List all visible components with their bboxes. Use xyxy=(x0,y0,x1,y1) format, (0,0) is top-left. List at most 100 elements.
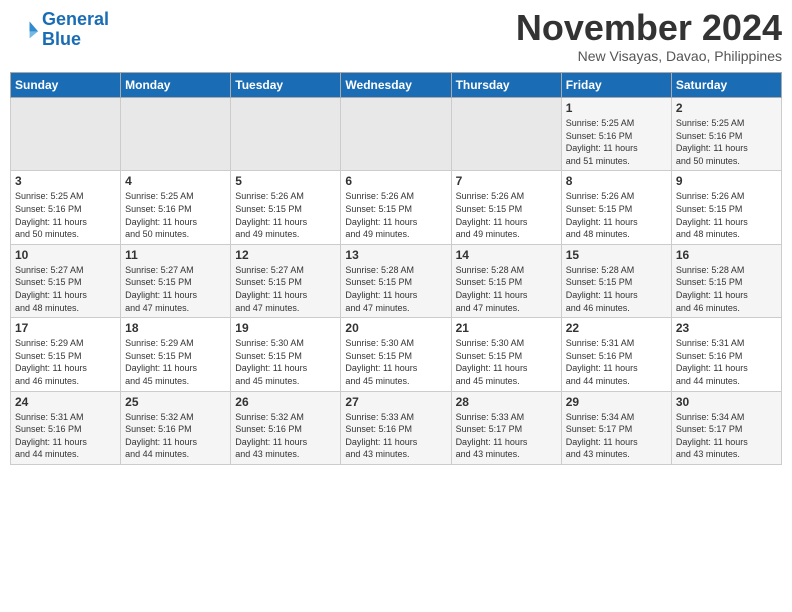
day-number: 26 xyxy=(235,395,336,409)
day-info: Sunrise: 5:30 AM Sunset: 5:15 PM Dayligh… xyxy=(235,337,336,387)
day-info: Sunrise: 5:27 AM Sunset: 5:15 PM Dayligh… xyxy=(15,264,116,314)
day-info: Sunrise: 5:33 AM Sunset: 5:17 PM Dayligh… xyxy=(456,411,557,461)
day-info: Sunrise: 5:32 AM Sunset: 5:16 PM Dayligh… xyxy=(125,411,226,461)
calendar-cell: 11 Sunrise: 5:27 AM Sunset: 5:15 PM Dayli… xyxy=(121,244,231,317)
day-number: 11 xyxy=(125,248,226,262)
day-number: 4 xyxy=(125,174,226,188)
day-number: 25 xyxy=(125,395,226,409)
day-info: Sunrise: 5:28 AM Sunset: 5:15 PM Dayligh… xyxy=(456,264,557,314)
day-info: Sunrise: 5:31 AM Sunset: 5:16 PM Dayligh… xyxy=(676,337,777,387)
day-number: 24 xyxy=(15,395,116,409)
day-number: 5 xyxy=(235,174,336,188)
day-info: Sunrise: 5:26 AM Sunset: 5:15 PM Dayligh… xyxy=(345,190,446,240)
calendar-cell: 16 Sunrise: 5:28 AM Sunset: 5:15 PM Dayli… xyxy=(671,244,781,317)
day-info: Sunrise: 5:28 AM Sunset: 5:15 PM Dayligh… xyxy=(345,264,446,314)
day-info: Sunrise: 5:34 AM Sunset: 5:17 PM Dayligh… xyxy=(676,411,777,461)
day-info: Sunrise: 5:29 AM Sunset: 5:15 PM Dayligh… xyxy=(15,337,116,387)
calendar-cell xyxy=(121,98,231,171)
day-info: Sunrise: 5:25 AM Sunset: 5:16 PM Dayligh… xyxy=(676,117,777,167)
week-row-5: 24 Sunrise: 5:31 AM Sunset: 5:16 PM Dayli… xyxy=(11,391,782,464)
calendar-cell: 8 Sunrise: 5:26 AM Sunset: 5:15 PM Daylig… xyxy=(561,171,671,244)
calendar-cell: 2 Sunrise: 5:25 AM Sunset: 5:16 PM Daylig… xyxy=(671,98,781,171)
day-number: 19 xyxy=(235,321,336,335)
calendar-cell: 27 Sunrise: 5:33 AM Sunset: 5:16 PM Dayli… xyxy=(341,391,451,464)
week-row-4: 17 Sunrise: 5:29 AM Sunset: 5:15 PM Dayli… xyxy=(11,318,782,391)
week-row-3: 10Sunrise: 5:27 AM Sunset: 5:15 PM Dayli… xyxy=(11,244,782,317)
day-number: 15 xyxy=(566,248,667,262)
header-wednesday: Wednesday xyxy=(341,73,451,98)
week-row-2: 3 Sunrise: 5:25 AM Sunset: 5:16 PM Daylig… xyxy=(11,171,782,244)
day-number: 22 xyxy=(566,321,667,335)
day-number: 1 xyxy=(566,101,667,115)
day-number: 13 xyxy=(345,248,446,262)
day-number: 29 xyxy=(566,395,667,409)
calendar-cell: 26 Sunrise: 5:32 AM Sunset: 5:16 PM Dayli… xyxy=(231,391,341,464)
day-number: 12 xyxy=(235,248,336,262)
day-info: Sunrise: 5:28 AM Sunset: 5:15 PM Dayligh… xyxy=(676,264,777,314)
calendar-cell: 21 Sunrise: 5:30 AM Sunset: 5:15 PM Dayli… xyxy=(451,318,561,391)
day-info: Sunrise: 5:30 AM Sunset: 5:15 PM Dayligh… xyxy=(456,337,557,387)
calendar-cell: 29 Sunrise: 5:34 AM Sunset: 5:17 PM Dayli… xyxy=(561,391,671,464)
logo-text: General Blue xyxy=(42,10,109,50)
day-number: 17 xyxy=(15,321,116,335)
day-info: Sunrise: 5:26 AM Sunset: 5:15 PM Dayligh… xyxy=(566,190,667,240)
calendar-cell: 14 Sunrise: 5:28 AM Sunset: 5:15 PM Dayli… xyxy=(451,244,561,317)
calendar-cell: 1Sunrise: 5:25 AM Sunset: 5:16 PM Daylig… xyxy=(561,98,671,171)
calendar-cell: 9 Sunrise: 5:26 AM Sunset: 5:15 PM Daylig… xyxy=(671,171,781,244)
day-info: Sunrise: 5:26 AM Sunset: 5:15 PM Dayligh… xyxy=(676,190,777,240)
calendar-cell: 10Sunrise: 5:27 AM Sunset: 5:15 PM Dayli… xyxy=(11,244,121,317)
calendar-table: Sunday Monday Tuesday Wednesday Thursday… xyxy=(10,72,782,465)
day-info: Sunrise: 5:29 AM Sunset: 5:15 PM Dayligh… xyxy=(125,337,226,387)
header-monday: Monday xyxy=(121,73,231,98)
calendar-cell: 3Sunrise: 5:25 AM Sunset: 5:16 PM Daylig… xyxy=(11,171,121,244)
calendar-cell: 28Sunrise: 5:33 AM Sunset: 5:17 PM Dayli… xyxy=(451,391,561,464)
day-info: Sunrise: 5:26 AM Sunset: 5:15 PM Dayligh… xyxy=(235,190,336,240)
calendar-cell: 23 Sunrise: 5:31 AM Sunset: 5:16 PM Dayli… xyxy=(671,318,781,391)
calendar-cell: 17 Sunrise: 5:29 AM Sunset: 5:15 PM Dayli… xyxy=(11,318,121,391)
day-info: Sunrise: 5:34 AM Sunset: 5:17 PM Dayligh… xyxy=(566,411,667,461)
calendar-cell: 5 Sunrise: 5:26 AM Sunset: 5:15 PM Daylig… xyxy=(231,171,341,244)
logo: General Blue xyxy=(10,10,109,50)
calendar-cell: 13 Sunrise: 5:28 AM Sunset: 5:15 PM Dayli… xyxy=(341,244,451,317)
calendar-cell: 4 Sunrise: 5:25 AM Sunset: 5:16 PM Daylig… xyxy=(121,171,231,244)
day-number: 18 xyxy=(125,321,226,335)
calendar-cell: 19 Sunrise: 5:30 AM Sunset: 5:15 PM Dayli… xyxy=(231,318,341,391)
day-number: 23 xyxy=(676,321,777,335)
header-tuesday: Tuesday xyxy=(231,73,341,98)
page-header: General Blue November 2024 New Visayas, … xyxy=(10,10,782,64)
day-info: Sunrise: 5:32 AM Sunset: 5:16 PM Dayligh… xyxy=(235,411,336,461)
calendar-cell: 22 Sunrise: 5:31 AM Sunset: 5:16 PM Dayli… xyxy=(561,318,671,391)
calendar-cell xyxy=(341,98,451,171)
calendar-cell: 15Sunrise: 5:28 AM Sunset: 5:15 PM Dayli… xyxy=(561,244,671,317)
weekday-header-row: Sunday Monday Tuesday Wednesday Thursday… xyxy=(11,73,782,98)
day-info: Sunrise: 5:31 AM Sunset: 5:16 PM Dayligh… xyxy=(566,337,667,387)
day-info: Sunrise: 5:27 AM Sunset: 5:15 PM Dayligh… xyxy=(125,264,226,314)
calendar-cell: 24 Sunrise: 5:31 AM Sunset: 5:16 PM Dayli… xyxy=(11,391,121,464)
day-number: 14 xyxy=(456,248,557,262)
logo-icon xyxy=(10,16,38,44)
day-info: Sunrise: 5:30 AM Sunset: 5:15 PM Dayligh… xyxy=(345,337,446,387)
calendar-cell xyxy=(451,98,561,171)
month-title: November 2024 xyxy=(516,10,782,46)
day-number: 6 xyxy=(345,174,446,188)
day-info: Sunrise: 5:26 AM Sunset: 5:15 PM Dayligh… xyxy=(456,190,557,240)
calendar-cell xyxy=(11,98,121,171)
day-number: 16 xyxy=(676,248,777,262)
day-number: 21 xyxy=(456,321,557,335)
day-info: Sunrise: 5:33 AM Sunset: 5:16 PM Dayligh… xyxy=(345,411,446,461)
location-subtitle: New Visayas, Davao, Philippines xyxy=(516,48,782,64)
day-number: 3 xyxy=(15,174,116,188)
calendar-cell: 7 Sunrise: 5:26 AM Sunset: 5:15 PM Daylig… xyxy=(451,171,561,244)
day-number: 9 xyxy=(676,174,777,188)
day-number: 7 xyxy=(456,174,557,188)
calendar-cell: 12 Sunrise: 5:27 AM Sunset: 5:15 PM Dayli… xyxy=(231,244,341,317)
day-info: Sunrise: 5:27 AM Sunset: 5:15 PM Dayligh… xyxy=(235,264,336,314)
day-number: 8 xyxy=(566,174,667,188)
calendar-cell: 25 Sunrise: 5:32 AM Sunset: 5:16 PM Dayli… xyxy=(121,391,231,464)
day-info: Sunrise: 5:25 AM Sunset: 5:16 PM Dayligh… xyxy=(125,190,226,240)
day-number: 27 xyxy=(345,395,446,409)
title-area: November 2024 New Visayas, Davao, Philip… xyxy=(516,10,782,64)
day-number: 2 xyxy=(676,101,777,115)
header-sunday: Sunday xyxy=(11,73,121,98)
day-info: Sunrise: 5:31 AM Sunset: 5:16 PM Dayligh… xyxy=(15,411,116,461)
